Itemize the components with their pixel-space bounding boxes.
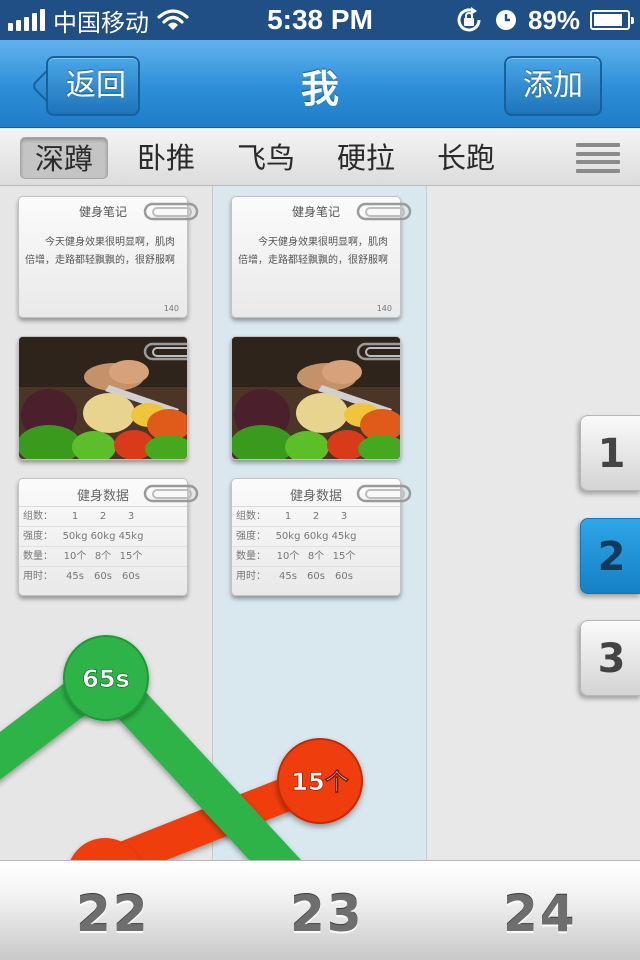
tab-bench-press[interactable]: 卧推 — [122, 137, 210, 179]
page-tab-2[interactable]: 2 — [580, 518, 640, 594]
day-column-23[interactable]: 健身笔记 今天健身效果很明显啊，肌肉倍增，走路都轻飘飘的，很舒服啊 140 健身… — [213, 186, 427, 861]
data-row-count: 数量： 10个 8个 15个 — [232, 547, 400, 567]
data-row-time: 用时： 45s 60s 60s — [232, 567, 400, 587]
data-value: 2 — [99, 511, 107, 522]
data-row-intensity: 强度： 50kg 60kg 45kg — [19, 527, 187, 547]
data-label: 数量： — [236, 551, 266, 562]
date-23[interactable]: 23 — [290, 885, 364, 943]
data-value: 15个 — [119, 551, 143, 562]
date-22[interactable]: 22 — [76, 885, 150, 943]
tab-fly[interactable]: 飞鸟 — [222, 137, 310, 179]
data-label: 用时： — [23, 571, 53, 582]
data-value: 60s — [307, 571, 325, 582]
data-value: 15个 — [332, 551, 356, 562]
note-text: 今天健身效果很明显啊，肌肉倍增，走路都轻飘飘的，很舒服啊 — [238, 237, 388, 266]
data-value: 45kg — [331, 531, 357, 542]
photo-card[interactable] — [231, 336, 401, 460]
data-label: 组数： — [236, 511, 266, 522]
data-row-count: 数量： 10个 8个 15个 — [19, 547, 187, 567]
data-label: 数量： — [23, 551, 53, 562]
data-value: 60s — [122, 571, 140, 582]
paperclip-icon — [356, 342, 400, 361]
data-value: 8个 — [94, 551, 112, 562]
data-row-time: 用时： 45s 60s 60s — [19, 567, 187, 587]
data-value: 8个 — [307, 551, 325, 562]
paperclip-icon — [143, 484, 199, 503]
note-card[interactable]: 健身笔记 今天健身效果很明显啊，肌肉倍增，走路都轻飘飘的，很舒服啊 140 — [231, 196, 412, 318]
data-card[interactable]: 健身数据 组数： 1 2 3 强度： 50kg 60kg 45kg 数量： 10个 8个 15个 … — [231, 478, 412, 596]
paperclip-icon — [143, 342, 187, 361]
exercise-tab-bar: 深蹲 卧推 飞鸟 硬拉 长跑 — [0, 129, 640, 186]
data-label: 组数： — [23, 511, 53, 522]
data-row-intensity: 强度： 50kg 60kg 45kg — [232, 527, 400, 547]
data-label: 强度： — [236, 531, 266, 542]
data-card[interactable]: 健身数据 组数： 1 2 3 强度： 50kg 60kg 45kg 数量： 10个 8个 15个 … — [18, 478, 199, 596]
day-columns: 健身笔记 今天健身效果很明显啊，肌肉倍增，走路都轻飘飘的，很舒服啊 140 健身… — [0, 186, 640, 861]
data-value: 45kg — [118, 531, 144, 542]
app-screen: 中国移动 5:38 PM 89% 返回 我 添加 深蹲 卧推 飞鸟 硬拉 长跑 … — [0, 0, 640, 960]
data-row-sets: 组数： 1 2 3 — [232, 507, 400, 527]
data-value: 1 — [284, 511, 292, 522]
data-value: 60s — [94, 571, 112, 582]
page-tab-3[interactable]: 3 — [580, 620, 640, 696]
status-right: 89% — [454, 4, 634, 35]
status-bar: 中国移动 5:38 PM 89% — [0, 0, 640, 40]
data-value: 3 — [127, 511, 135, 522]
data-value: 60s — [335, 571, 353, 582]
data-value: 10个 — [276, 551, 300, 562]
data-value: 3 — [340, 511, 348, 522]
paperclip-icon — [356, 484, 412, 503]
data-value: 1 — [71, 511, 79, 522]
nav-bar: 返回 我 添加 — [0, 40, 640, 128]
add-button[interactable]: 添加 — [504, 56, 602, 116]
rotation-lock-icon — [457, 7, 481, 32]
data-value: 2 — [312, 511, 320, 522]
data-label: 用时： — [236, 571, 266, 582]
data-value: 60kg — [303, 531, 329, 542]
menu-icon[interactable] — [576, 143, 620, 173]
data-value: 45s — [279, 571, 297, 582]
day-column-22[interactable]: 健身笔记 今天健身效果很明显啊，肌肉倍增，走路都轻飘飘的，很舒服啊 140 健身… — [0, 186, 213, 861]
note-char-count: 140 — [376, 304, 392, 313]
alarm-icon — [495, 10, 516, 30]
page-tab-1[interactable]: 1 — [580, 415, 640, 491]
data-value: 45s — [66, 571, 84, 582]
battery-percent: 89% — [527, 4, 580, 35]
note-char-count: 140 — [163, 304, 179, 313]
tab-squat[interactable]: 深蹲 — [20, 137, 108, 179]
tab-long-run[interactable]: 长跑 — [422, 137, 510, 179]
data-value: 10个 — [63, 551, 87, 562]
data-value: 50kg — [275, 531, 301, 542]
note-card[interactable]: 健身笔记 今天健身效果很明显啊，肌肉倍增，走路都轻飘飘的，很舒服啊 140 — [18, 196, 199, 318]
data-label: 强度： — [23, 531, 53, 542]
date-24[interactable]: 24 — [503, 885, 577, 943]
data-value: 50kg — [62, 531, 88, 542]
paperclip-icon — [356, 202, 412, 221]
data-row-sets: 组数： 1 2 3 — [19, 507, 187, 527]
data-value: 60kg — [90, 531, 116, 542]
paperclip-icon — [143, 202, 199, 221]
photo-card[interactable] — [18, 336, 188, 460]
note-text: 今天健身效果很明显啊，肌肉倍增，走路都轻飘飘的，很舒服啊 — [25, 237, 175, 266]
battery-icon — [590, 10, 634, 30]
date-bar: 22 23 24 — [0, 860, 640, 960]
tab-deadlift[interactable]: 硬拉 — [322, 137, 410, 179]
